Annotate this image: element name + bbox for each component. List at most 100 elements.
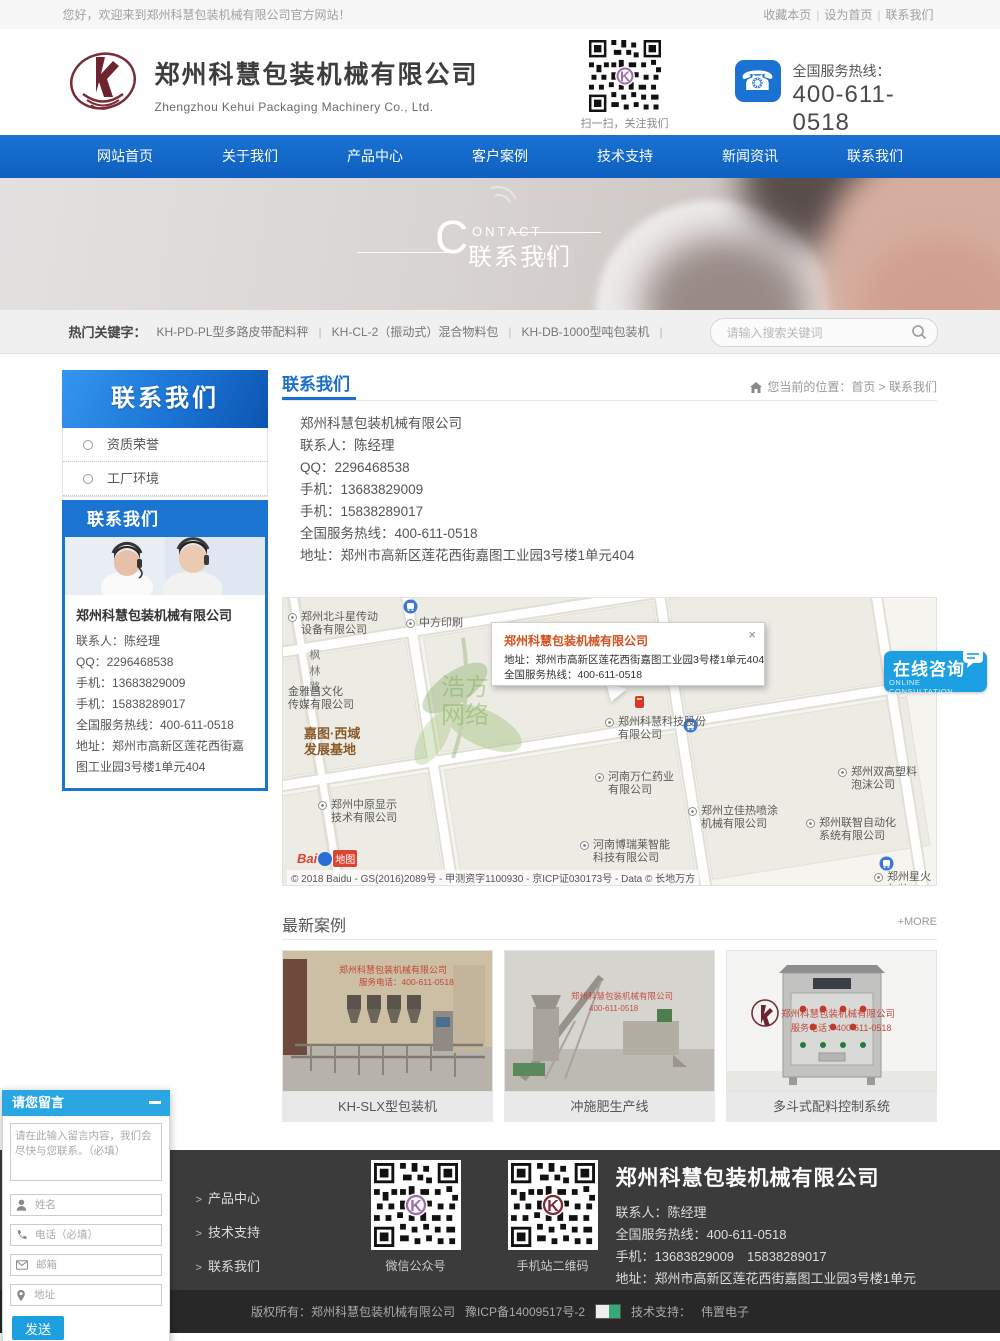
baidu-logo-text: Bai <box>297 851 317 866</box>
arrow-icon: > <box>196 1262 202 1274</box>
case-caption: 冲施肥生产线 <box>504 1092 715 1122</box>
case-card-control-system[interactable]: 郑州科慧包装机械有限公司 服务电话：400-611-0518 多斗式配料控制系统 <box>726 950 937 1122</box>
footer-contact-line: 手机：13683829009 15838289017 <box>616 1246 938 1268</box>
contact-line: 全国服务热线：400-611-0518 <box>76 715 254 736</box>
company-name-en: Zhengzhou Kehui Packaging Machinery Co.,… <box>155 100 479 114</box>
svg-text:K: K <box>410 1198 422 1215</box>
footer-link-support[interactable]: >技术支持 <box>196 1222 260 1241</box>
cnzz-badge[interactable] <box>595 1304 621 1319</box>
case-photo: 郑州科慧包装机械有限公司 服务电话：400-611-0518 <box>282 950 493 1092</box>
site-header: 郑州科慧包装机械有限公司 Zhengzhou Kehui Packaging M… <box>0 29 1000 135</box>
nav-item-contact[interactable]: 联系我们 <box>813 135 938 178</box>
contact-line: 郑州科慧包装机械有限公司 <box>300 417 937 431</box>
contact-line: 联系人：陈经理 <box>300 439 937 453</box>
sidebar-title: 联系我们 <box>62 370 268 428</box>
hot-keywords-bar: 热门关键字： KH-PD-PL型多路皮带配料秤 | KH-CL-2（振动式）混合… <box>0 310 1000 354</box>
keyword-link[interactable]: KH-DB-1000型吨包装机 <box>521 323 649 340</box>
sidebar-contact-title: 联系我们 <box>65 503 265 537</box>
close-icon[interactable]: × <box>748 627 756 642</box>
map-label: 河南万仁药业 有限公司 <box>608 771 674 797</box>
message-widget-header[interactable]: 请您留言 <box>2 1090 170 1116</box>
baidu-paw-icon <box>318 852 332 866</box>
name-input[interactable] <box>33 1198 156 1212</box>
separator: | <box>319 325 322 339</box>
search-input[interactable] <box>725 323 899 343</box>
minimize-icon[interactable] <box>149 1101 161 1104</box>
more-link[interactable]: +MORE <box>898 916 937 928</box>
support-link[interactable]: 伟置电子 <box>701 1303 749 1320</box>
footer-links: >产品中心 >技术支持 >联系我们 <box>196 1188 260 1290</box>
bookmark-link[interactable]: 收藏本页 <box>763 8 811 22</box>
content-header: 联系我们 您当前的位置：首页 > 联系我们 <box>282 370 937 401</box>
map-label: 郑州科慧科技股份 有限公司 <box>618 716 706 742</box>
search-icon[interactable] <box>911 324 927 340</box>
footer-qr-mobile: K 手机站二维码 <box>508 1160 598 1274</box>
baidu-map[interactable]: 郑州北斗星传动 设备有限公司 中方印刷 枫林路 金雅昌文化 传媒有限公司 嘉图·… <box>282 597 937 886</box>
breadcrumb[interactable]: 您当前的位置：首页 > 联系我们 <box>750 378 937 395</box>
map-landmark-label: 嘉图·西域 发展基地 <box>304 726 360 758</box>
contact-line: QQ：2296468538 <box>76 652 254 673</box>
online-consult-button[interactable]: 在线咨询 ONLINE CONSULTATION <box>884 651 987 692</box>
contact-line: 手机：13683829009 <box>76 673 254 694</box>
keyword-link[interactable]: KH-CL-2（振动式）混合物料包 <box>332 323 499 340</box>
icp-link[interactable]: 豫ICP备14009517号-2 <box>465 1303 585 1320</box>
banner-line <box>357 252 453 253</box>
baidu-logo[interactable]: Bai 地图 <box>297 850 357 867</box>
address-input[interactable] <box>32 1288 156 1302</box>
footer-link-label: 产品中心 <box>208 1191 260 1206</box>
cases-title: 最新案例 <box>282 912 346 936</box>
map-marker[interactable] <box>635 696 644 708</box>
hotline-number: 400-611-0518 <box>793 81 938 137</box>
main-nav: 网站首页 关于我们 产品中心 客户案例 技术支持 新闻资讯 联系我们 <box>0 135 1000 178</box>
map-watermark-text: 浩方 网络 <box>441 674 489 730</box>
sidebar-item-factory[interactable]: 工厂环境 <box>63 462 267 496</box>
nav-item-about[interactable]: 关于我们 <box>188 135 313 178</box>
contact-line: 手机：15838289017 <box>300 505 937 519</box>
nav-item-cases[interactable]: 客户案例 <box>438 135 563 178</box>
case-cards: 郑州科慧包装机械有限公司 服务电话：400-611-0518 KH-SLX型包装… <box>282 950 937 1122</box>
transit-icon <box>403 599 418 614</box>
consult-text-cn: 在线咨询 <box>893 655 965 680</box>
contact-link[interactable]: 联系我们 <box>885 8 933 22</box>
map-label: 郑州联智自动化 系统有限公司 <box>819 817 896 843</box>
footer-qr-wechat: K 微信公众号 <box>371 1160 461 1274</box>
map-label: 郑州中原显示 技术有限公司 <box>331 799 397 825</box>
nav-item-news[interactable]: 新闻资讯 <box>688 135 813 178</box>
case-caption: KH-SLX型包装机 <box>282 1092 493 1122</box>
sidebar-item-honors[interactable]: 资质荣誉 <box>63 428 267 462</box>
phone-input[interactable] <box>33 1228 156 1242</box>
map-label: 郑州星火包装 <box>887 871 936 886</box>
footer-link-products[interactable]: >产品中心 <box>196 1188 260 1207</box>
footer-link-contact[interactable]: >联系我们 <box>196 1256 260 1275</box>
company-logo[interactable] <box>65 41 141 121</box>
map-attribution: © 2018 Baidu - GS(2016)2089号 - 甲测资字11009… <box>287 870 699 885</box>
bullet-icon <box>83 440 93 450</box>
message-widget-title: 请您留言 <box>12 1095 64 1110</box>
transit-icon <box>879 856 894 871</box>
case-card-fertilizer-line[interactable]: 郑州科慧包装机械有限公司 400-611-0518 冲施肥生产线 <box>504 950 715 1122</box>
person-icon <box>16 1199 27 1211</box>
nav-item-home[interactable]: 网站首页 <box>63 135 188 178</box>
send-button[interactable]: 发送 <box>12 1316 64 1340</box>
company-name-cn: 郑州科慧包装机械有限公司 <box>155 55 479 91</box>
nav-item-support[interactable]: 技术支持 <box>563 135 688 178</box>
case-card-packer[interactable]: 郑州科慧包装机械有限公司 服务电话：400-611-0518 KH-SLX型包装… <box>282 950 493 1122</box>
set-homepage-link[interactable]: 设为首页 <box>824 8 872 22</box>
sidebar-menu: 资质荣誉 工厂环境 <box>62 428 268 497</box>
message-textarea[interactable] <box>10 1123 162 1181</box>
contact-line: 手机：15838289017 <box>76 694 254 715</box>
keyword-link[interactable]: KH-PD-PL型多路皮带配料秤 <box>157 323 309 340</box>
sidebar-item-label: 工厂环境 <box>107 471 159 486</box>
welcome-text: 您好，欢迎来到郑州科慧包装机械有限公司官方网站！ <box>63 6 351 23</box>
separator: | <box>877 8 880 22</box>
contact-line: 地址：郑州市高新区莲花西街嘉图工业园3号楼1单元404 <box>300 549 937 563</box>
nav-item-products[interactable]: 产品中心 <box>313 135 438 178</box>
map-info-window: 郑州科慧包装机械有限公司 地址：郑州市高新区莲花西街嘉图工业园3号楼1单元404… <box>491 622 765 686</box>
photo-watermark: 郑州科慧包装机械有限公司 <box>571 991 673 1001</box>
contact-line: 联系人：陈经理 <box>76 631 254 652</box>
banner-line <box>513 232 601 233</box>
popup-hotline: 全国服务热线：400-611-0518 <box>504 668 754 683</box>
email-input[interactable] <box>34 1258 156 1272</box>
location-pin-icon <box>16 1289 26 1302</box>
footer-link-label: 技术支持 <box>208 1225 260 1240</box>
